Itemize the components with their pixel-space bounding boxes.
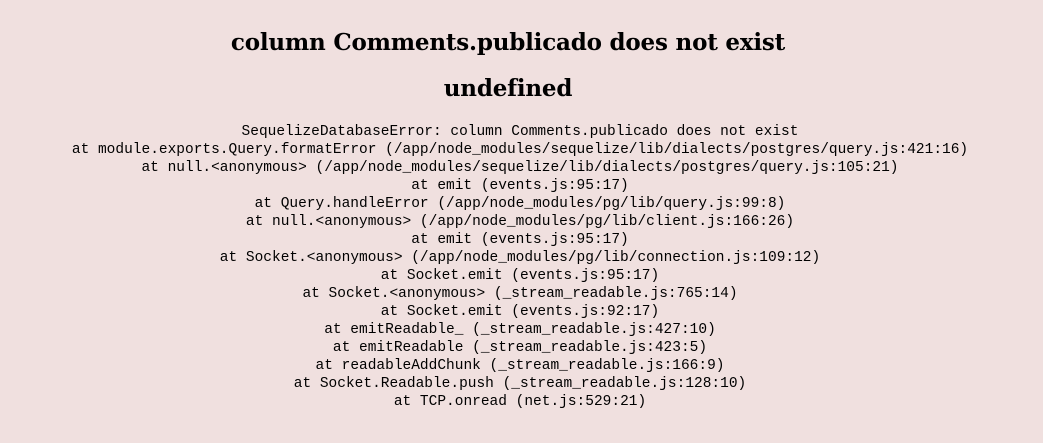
stack-line: at readableAddChunk (_stream_readable.js… [315, 358, 725, 374]
stack-line: at Socket.emit (events.js:95:17) [380, 268, 660, 284]
stack-line: at null.<anonymous> (/app/node_modules/s… [141, 160, 899, 176]
stack-line: at null.<anonymous> (/app/node_modules/p… [245, 214, 795, 230]
stack-trace: SequelizeDatabaseError: column Comments.… [0, 123, 1040, 411]
stack-line: at module.exports.Query.formatError (/ap… [71, 142, 969, 158]
stack-line: at Query.handleError (/app/node_modules/… [254, 196, 786, 212]
stack-line: at emitReadable_ (_stream_readable.js:42… [324, 322, 716, 338]
stack-line: at Socket.<anonymous> (/app/node_modules… [219, 250, 821, 266]
error-message-heading: column Comments.publicado does not exist [230, 29, 786, 56]
error-page: column Comments.publicado does not exist… [0, 0, 1043, 443]
error-status-heading: undefined [443, 75, 573, 102]
stack-line: at Socket.emit (events.js:92:17) [380, 304, 660, 320]
stack-line: at emit (events.js:95:17) [411, 178, 629, 194]
stack-line: SequelizeDatabaseError: column Comments.… [241, 124, 799, 140]
stack-line: at Socket.Readable.push (_stream_readabl… [293, 376, 747, 392]
stack-line: at emitReadable (_stream_readable.js:423… [332, 340, 708, 356]
stack-line: at TCP.onread (net.js:529:21) [393, 394, 647, 410]
stack-line: at Socket.<anonymous> (_stream_readable.… [302, 286, 738, 302]
stack-line: at emit (events.js:95:17) [411, 232, 629, 248]
